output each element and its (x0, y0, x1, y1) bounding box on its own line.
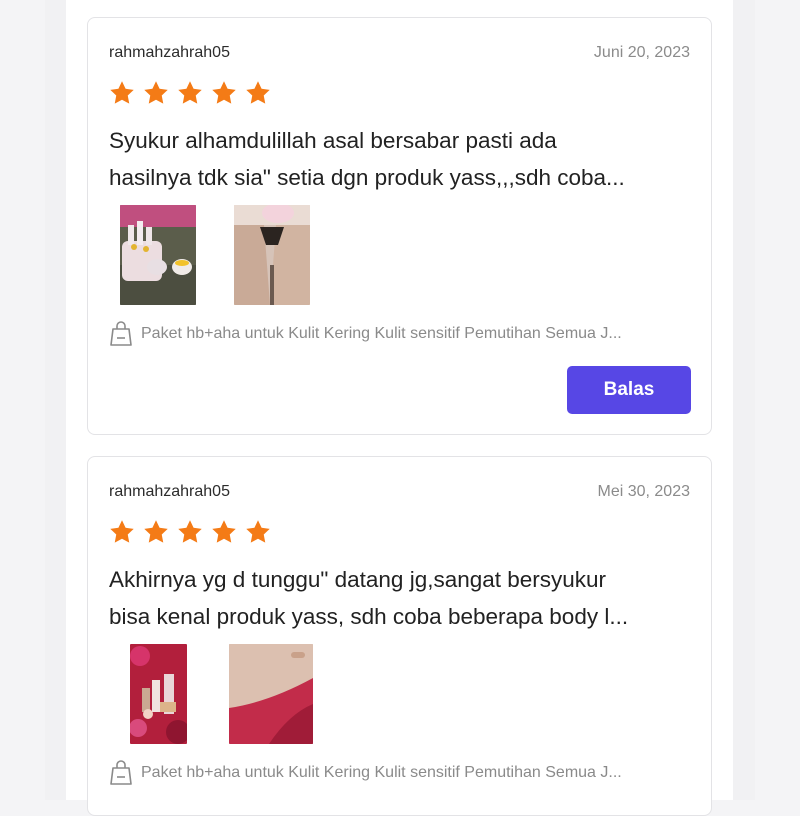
product-variant: Paket hb+aha untuk Kulit Kering Kulit se… (109, 321, 622, 347)
reply-button[interactable]: Balas (567, 366, 691, 414)
star-icon (144, 81, 168, 104)
review-text: Akhirnya yg d tunggu" datang jg,sangat b… (109, 561, 694, 635)
shopping-bag-icon (110, 321, 132, 346)
star-icon (246, 520, 270, 543)
review-text-line: hasilnya tdk sia" setia dgn produk yass,… (109, 165, 625, 190)
review-text-line: Syukur alhamdulillah asal bersabar pasti… (109, 128, 557, 153)
variant-label: Paket hb+aha untuk Kulit Kering Kulit se… (141, 325, 622, 342)
star-rating (109, 519, 271, 545)
star-icon (178, 520, 202, 543)
review-text-line: Akhirnya yg d tunggu" datang jg,sangat b… (109, 567, 607, 592)
review-text-line: bisa kenal produk yass, sdh coba beberap… (109, 604, 629, 629)
review-date: Mei 30, 2023 (597, 483, 690, 500)
star-icon (212, 520, 236, 543)
review-photo[interactable] (229, 644, 313, 744)
star-icon (110, 81, 134, 104)
review-card: rahmahzahrah05 Juni 20, 2023 Syukur alha… (87, 17, 712, 435)
review-text: Syukur alhamdulillah asal bersabar pasti… (109, 122, 694, 196)
review-username: rahmahzahrah05 (109, 44, 230, 61)
star-rating (109, 80, 271, 106)
variant-label: Paket hb+aha untuk Kulit Kering Kulit se… (141, 764, 622, 781)
review-card: rahmahzahrah05 Mei 30, 2023 Akhirnya yg … (87, 456, 712, 816)
review-username: rahmahzahrah05 (109, 483, 230, 500)
product-variant: Paket hb+aha untuk Kulit Kering Kulit se… (109, 760, 622, 786)
review-photo[interactable] (130, 644, 187, 744)
star-icon (110, 520, 134, 543)
star-icon (246, 81, 270, 104)
shopping-bag-icon (110, 760, 132, 785)
star-icon (178, 81, 202, 104)
review-date: Juni 20, 2023 (593, 44, 690, 61)
review-photo[interactable] (120, 205, 196, 305)
review-photo[interactable] (234, 205, 310, 305)
star-icon (212, 81, 236, 104)
star-icon (144, 520, 168, 543)
